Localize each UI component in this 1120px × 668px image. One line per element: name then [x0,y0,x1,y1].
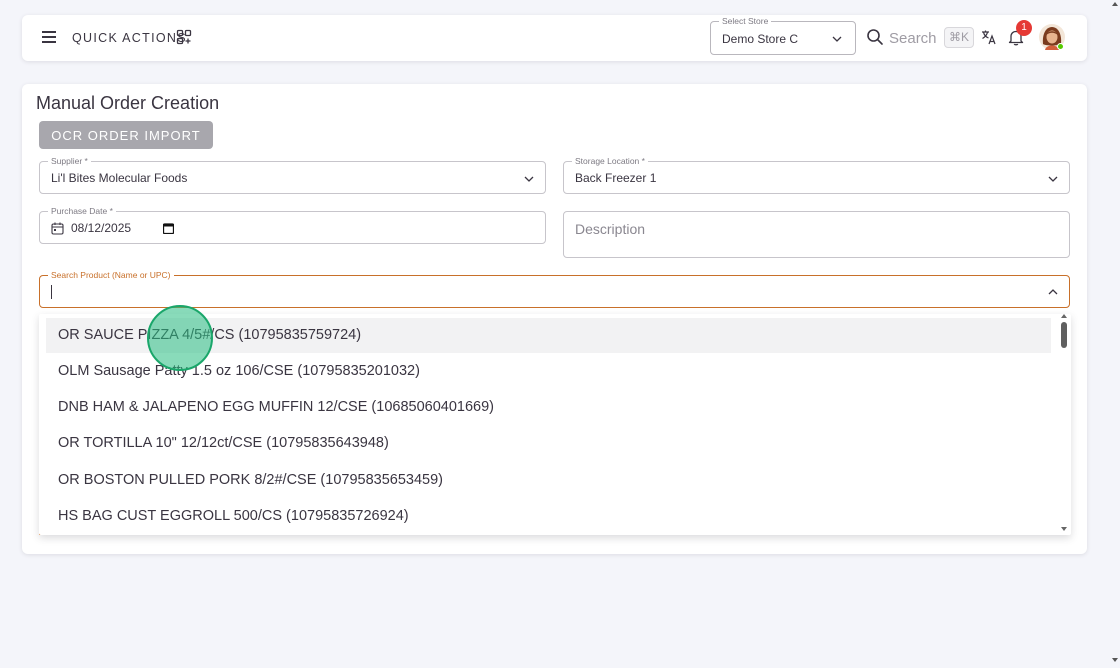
dropdown-option[interactable]: HS BAG CUST EGGROLL 500/CS (107958357269… [46,499,1051,534]
purchase-date-field[interactable]: Purchase Date * 08/12/2025 [39,206,546,244]
chevron-down-icon [832,36,842,42]
page-scrollbar[interactable] [1110,0,1120,668]
dropdown-scrollbar[interactable] [1060,314,1069,535]
description-field[interactable]: Description [563,211,1070,258]
search-product-input[interactable]: Search Product (Name or UPC) [39,270,1070,308]
dropdown-option[interactable]: DNB HAM & JALAPENO EGG MUFFIN 12/CSE (10… [46,390,1051,425]
search-product-legend: Search Product (Name or UPC) [48,270,174,280]
storage-location-value: Back Freezer 1 [575,171,657,185]
dropdown-option[interactable]: OR TORTILLA 10" 12/12ct/CSE (10795835643… [46,426,1051,461]
description-placeholder: Description [575,221,646,237]
quick-actions-label[interactable]: QUICK ACTIONS [72,31,187,45]
chevron-up-icon[interactable] [1047,286,1059,298]
purchase-date-value: 08/12/2025 [71,221,132,235]
dropdown-option[interactable]: OLM Sausage Patty 1.5 oz 106/CSE (107958… [46,354,1051,389]
ocr-order-import-button[interactable]: OCR ORDER IMPORT [39,121,213,149]
storage-location-select[interactable]: Storage Location * Back Freezer 1 [563,156,1070,194]
supplier-legend: Supplier * [48,156,91,166]
global-search-placeholder[interactable]: Search [889,30,937,47]
dropdown-option[interactable]: OR SAUCE PIZZA 4/5#/CS (10795835759724) [46,318,1051,353]
translate-icon[interactable] [981,29,997,45]
notification-count-badge: 1 [1016,20,1032,36]
online-status-dot [1057,43,1064,50]
hamburger-menu-icon[interactable] [42,31,56,43]
product-search-dropdown: OR SAUCE PIZZA 4/5#/CS (10795835759724) … [39,314,1071,535]
scroll-up-arrow-icon[interactable] [1061,314,1067,318]
store-select-value: Demo Store C [722,32,799,46]
top-navbar: QUICK ACTIONS Select Store Demo Store C … [22,15,1087,61]
chevron-down-icon [524,176,534,182]
search-icon[interactable] [866,28,884,46]
scroll-down-arrow-icon[interactable] [1112,658,1118,662]
scroll-down-arrow-icon[interactable] [1061,527,1067,531]
supplier-select[interactable]: Supplier * Li'l Bites Molecular Foods [39,156,546,194]
search-shortcut-badge: ⌘K [944,27,974,48]
scroll-up-arrow-icon[interactable] [1112,2,1118,6]
page-title: Manual Order Creation [36,93,220,113]
store-select[interactable]: Select Store Demo Store C [710,16,856,55]
supplier-value: Li'l Bites Molecular Foods [51,171,188,185]
purchase-date-legend: Purchase Date * [48,206,116,216]
text-cursor [51,285,52,299]
storage-location-legend: Storage Location * [572,156,648,166]
scrollbar-thumb[interactable] [1061,322,1067,348]
dropdown-option[interactable]: OR BOSTON PULLED PORK 8/2#/CSE (10795835… [46,463,1051,498]
quick-actions-grid-icon[interactable] [176,29,192,45]
store-select-legend: Select Store [719,16,772,26]
chevron-down-icon [1048,176,1058,182]
calendar-icon [51,222,64,235]
date-picker-icon[interactable] [163,223,174,234]
